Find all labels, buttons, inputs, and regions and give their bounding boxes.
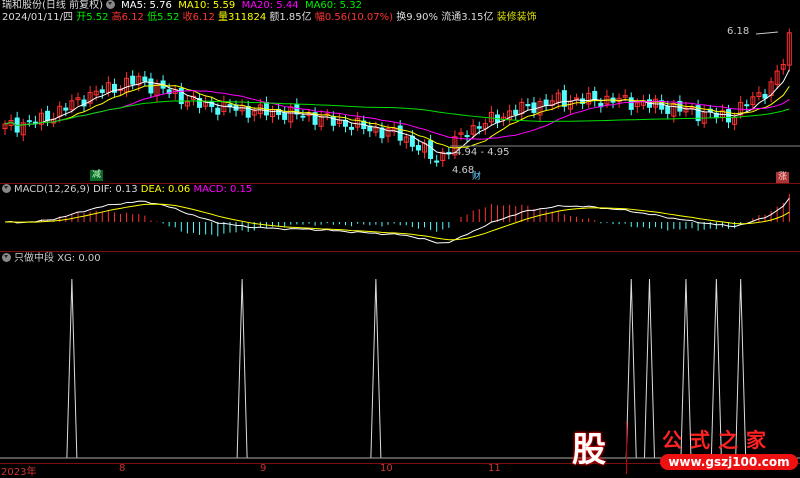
candle bbox=[513, 109, 519, 116]
candle bbox=[130, 75, 136, 85]
axis-label: 10 bbox=[380, 463, 393, 474]
candle bbox=[464, 135, 470, 138]
axis-label: 9 bbox=[260, 463, 267, 474]
candle bbox=[99, 89, 105, 93]
macd-label[interactable]: MACD(12,26,9) bbox=[14, 184, 90, 195]
candle bbox=[215, 107, 221, 115]
limit-up-tag[interactable]: 涨 bbox=[776, 172, 790, 183]
xg-header: 只做中段 XG: 0.00 bbox=[2, 253, 101, 265]
gap-range-label: 4.94 - 4.95 bbox=[455, 147, 510, 158]
candle bbox=[561, 90, 567, 107]
kline-chart[interactable] bbox=[0, 0, 800, 474]
reduce-tag[interactable]: 减 bbox=[90, 170, 104, 181]
candle bbox=[744, 104, 750, 107]
candle bbox=[26, 120, 32, 123]
candle bbox=[628, 97, 634, 110]
candle bbox=[415, 145, 421, 151]
candle bbox=[726, 109, 732, 123]
xg-spike bbox=[370, 278, 382, 459]
watermark-logo: 股 bbox=[572, 430, 606, 470]
macd-value: MACD: 0.15 bbox=[193, 184, 253, 195]
macd-header: MACD(12,26,9) DIF: 0.13 DEA: 0.06 MACD: … bbox=[2, 184, 252, 196]
candle bbox=[428, 140, 434, 159]
candle bbox=[762, 93, 768, 99]
candle bbox=[45, 110, 51, 121]
candle bbox=[531, 102, 537, 113]
xg-spike bbox=[66, 278, 78, 459]
candle bbox=[142, 76, 148, 82]
watermark-url: www.gszj100.com bbox=[660, 454, 798, 470]
xg-value: XG: 0.00 bbox=[57, 253, 101, 264]
candle bbox=[282, 112, 288, 120]
candle bbox=[665, 106, 671, 114]
candle bbox=[300, 115, 306, 118]
watermark: 股 公式之家 www.gszj100.com bbox=[560, 420, 800, 474]
divider bbox=[0, 251, 800, 252]
candle bbox=[349, 126, 355, 130]
max-pointer bbox=[755, 31, 779, 35]
axis-label: 11 bbox=[488, 463, 501, 474]
dif-line bbox=[4, 197, 790, 244]
watermark-name: 公式之家 bbox=[662, 428, 774, 452]
dropdown-icon[interactable] bbox=[2, 184, 11, 193]
candle bbox=[476, 126, 482, 129]
candle bbox=[63, 107, 69, 111]
finance-tag[interactable]: 财 bbox=[470, 172, 483, 183]
dea-value: DEA: 0.06 bbox=[140, 184, 191, 195]
candle bbox=[525, 104, 531, 107]
max-price-label: 6.18 bbox=[727, 26, 750, 37]
axis-label: 2023年 bbox=[1, 467, 37, 478]
xg-spike bbox=[236, 278, 248, 459]
dropdown-icon[interactable] bbox=[2, 253, 11, 262]
xg-label[interactable]: 只做中段 bbox=[14, 253, 54, 264]
candle bbox=[434, 160, 440, 163]
candle bbox=[543, 99, 549, 106]
dif-value: DIF: 0.13 bbox=[93, 184, 138, 195]
axis-label: 8 bbox=[119, 463, 126, 474]
